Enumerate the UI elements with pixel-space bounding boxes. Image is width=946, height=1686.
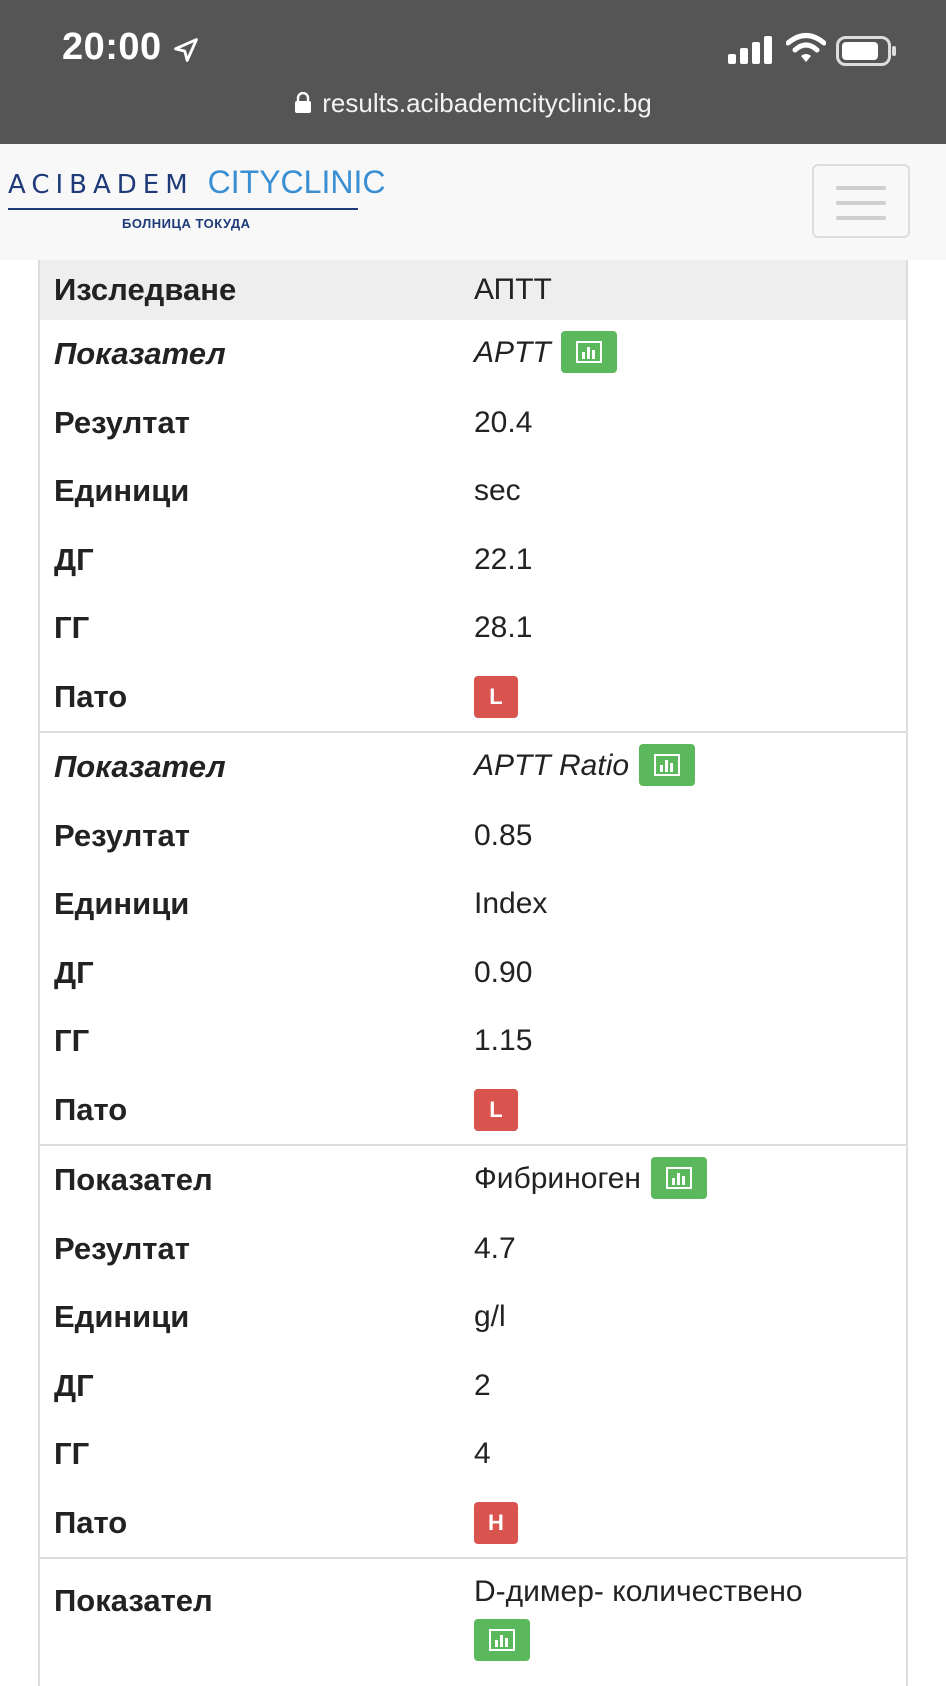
bar-chart-icon bbox=[665, 1167, 692, 1190]
chart-button[interactable] bbox=[474, 1619, 530, 1661]
url-text: results.acibademcityclinic.bg bbox=[322, 88, 652, 118]
result-label: Резултат bbox=[54, 404, 190, 440]
units-row: Единици Index bbox=[40, 870, 906, 939]
result-row: Резултат 20.4 bbox=[40, 389, 906, 458]
low-limit-row: ДГ 22.1 bbox=[40, 526, 906, 595]
status-bar: 20:00 results.acibademcityclinic.bg bbox=[0, 0, 946, 144]
high-limit-value: 4 bbox=[474, 1437, 491, 1471]
url-bar[interactable]: results.acibademcityclinic.bg bbox=[0, 88, 946, 128]
logo-acibadem: ACIBADEM bbox=[8, 170, 194, 200]
chart-button[interactable] bbox=[560, 331, 617, 374]
units-value: sec bbox=[474, 474, 521, 508]
study-value: АПТТ bbox=[474, 273, 552, 306]
pathology-badge: L bbox=[474, 675, 518, 718]
low-limit-value: 2 bbox=[474, 1368, 491, 1402]
high-limit-row: ГГ 1.15 bbox=[40, 1007, 906, 1076]
results-table: Изследване АПТТ Показател APTT Резултат … bbox=[38, 260, 908, 1686]
indicator-value: D-димер- количествено bbox=[474, 1575, 803, 1663]
low-limit-value: 0.90 bbox=[474, 955, 533, 989]
battery-icon bbox=[836, 36, 896, 66]
result-label: Резултат bbox=[54, 817, 190, 853]
high-limit-row: ГГ 4 bbox=[40, 1420, 906, 1489]
low-limit-value: 22.1 bbox=[474, 542, 533, 576]
acibadem-logo[interactable]: ACIBADEM CITYCLINIC БОЛНИЦА ТОКУДА bbox=[8, 164, 385, 244]
pathology-value: H bbox=[474, 1501, 518, 1544]
indicator-row: Показател D-димер- количествено bbox=[40, 1557, 906, 1677]
pathology-row: Пато H bbox=[40, 1489, 906, 1558]
wifi-icon bbox=[786, 33, 826, 62]
pathology-label: Пато bbox=[54, 1504, 128, 1540]
units-value: Index bbox=[474, 887, 548, 921]
study-label: Изследване bbox=[54, 272, 237, 307]
logo-cityclinic: CITYCLINIC bbox=[207, 164, 386, 200]
indicator-label: Показател bbox=[54, 336, 226, 372]
high-limit-label: ГГ bbox=[54, 610, 90, 646]
status-time: 20:00 bbox=[62, 26, 162, 68]
result-row: Резултат 4.7 bbox=[40, 1215, 906, 1284]
hamburger-icon bbox=[836, 186, 886, 190]
chart-button[interactable] bbox=[650, 1157, 707, 1200]
pathology-label: Пато bbox=[54, 1091, 128, 1127]
indicator-row: Показател APTT bbox=[40, 320, 906, 389]
indicator-value: APTT bbox=[474, 331, 617, 375]
high-limit-row: ГГ 28.1 bbox=[40, 594, 906, 663]
logo-subtitle: БОЛНИЦА ТОКУДА bbox=[122, 216, 251, 231]
bar-chart-icon bbox=[489, 1629, 515, 1651]
pathology-row: Пато L bbox=[40, 663, 906, 732]
low-limit-label: ДГ bbox=[54, 1367, 94, 1403]
units-row: Единици g/l bbox=[40, 1283, 906, 1352]
pathology-badge: H bbox=[474, 1501, 518, 1544]
low-limit-row: ДГ 0.90 bbox=[40, 939, 906, 1008]
units-label: Единици bbox=[54, 473, 190, 509]
lock-icon bbox=[295, 92, 312, 114]
result-label: Резултат bbox=[54, 1230, 190, 1266]
logo-divider bbox=[8, 208, 358, 210]
indicator-label: Показател bbox=[54, 1583, 213, 1618]
indicator-value: Фибриноген bbox=[474, 1157, 707, 1201]
bar-chart-icon bbox=[654, 754, 681, 777]
chart-button[interactable] bbox=[639, 744, 696, 787]
low-limit-label: ДГ bbox=[54, 954, 94, 990]
menu-toggle-button[interactable] bbox=[812, 164, 910, 238]
high-limit-value: 28.1 bbox=[474, 611, 533, 645]
units-value: g/l bbox=[474, 1300, 506, 1334]
result-value: 20.4 bbox=[474, 405, 533, 439]
signal-icon bbox=[728, 36, 772, 64]
indicator-label: Показател bbox=[54, 749, 226, 785]
bar-chart-icon bbox=[575, 341, 602, 364]
pathology-badge: L bbox=[474, 1088, 518, 1131]
location-arrow-icon bbox=[174, 38, 198, 62]
indicator-row: Показател Фибриноген bbox=[40, 1144, 906, 1215]
units-row: Единици sec bbox=[40, 457, 906, 526]
pathology-row: Пато L bbox=[40, 1076, 906, 1145]
low-limit-label: ДГ bbox=[54, 541, 94, 577]
indicator-value: APTT Ratio bbox=[474, 744, 696, 788]
high-limit-label: ГГ bbox=[54, 1436, 90, 1472]
result-row: Резултат 0.85 bbox=[40, 802, 906, 871]
high-limit-label: ГГ bbox=[54, 1023, 90, 1059]
pathology-value: L bbox=[474, 675, 518, 718]
result-value: 0.85 bbox=[474, 818, 533, 852]
low-limit-row: ДГ 2 bbox=[40, 1352, 906, 1421]
pathology-label: Пато bbox=[54, 678, 128, 714]
site-header: ACIBADEM CITYCLINIC БОЛНИЦА ТОКУДА bbox=[0, 144, 946, 260]
units-label: Единици bbox=[54, 886, 190, 922]
pathology-value: L bbox=[474, 1088, 518, 1131]
high-limit-value: 1.15 bbox=[474, 1024, 533, 1058]
indicator-label: Показател bbox=[54, 1162, 213, 1198]
study-row: Изследване АПТТ bbox=[40, 260, 906, 320]
result-value: 4.7 bbox=[474, 1231, 516, 1265]
units-label: Единици bbox=[54, 1299, 190, 1335]
indicator-row: Показател APTT Ratio bbox=[40, 731, 906, 802]
